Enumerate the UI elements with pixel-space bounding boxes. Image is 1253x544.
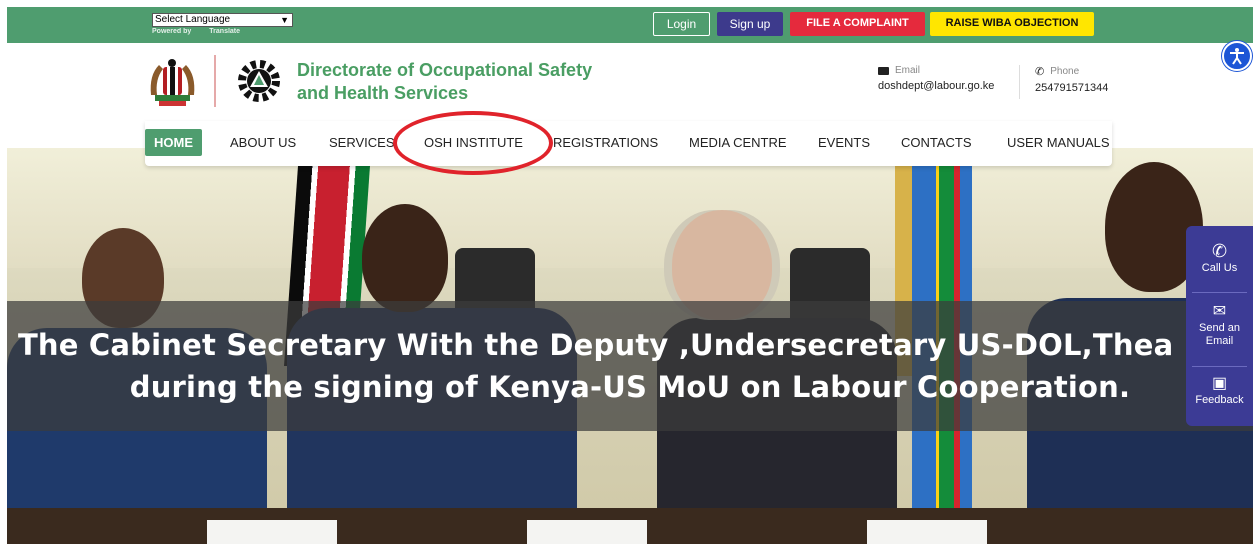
document — [867, 520, 987, 544]
send-email-label-line2: Email — [1205, 335, 1234, 347]
nav-item-events[interactable]: EVENTS — [818, 135, 870, 150]
annotation-circle — [393, 111, 553, 175]
nav-item-services[interactable]: SERVICES — [329, 135, 395, 150]
nav-item-user-manuals[interactable]: USER MANUALS — [1007, 135, 1110, 150]
side-contact-panel: ✆ Call Us ✉ Send an Email ▣ Feedback — [1186, 226, 1253, 426]
header-divider — [214, 55, 216, 107]
envelope-icon: ✉ — [1212, 303, 1227, 320]
hero-background — [7, 148, 1253, 268]
nav-item-registrations[interactable]: REGISTRATIONS — [553, 135, 658, 150]
powered-by-label: Powered by — [152, 28, 192, 35]
phone-label: ✆ Phone — [1035, 65, 1108, 78]
accessibility-button[interactable] — [1222, 41, 1252, 71]
hero-caption-line1: The Cabinet Secretary With the Deputy ,U… — [17, 328, 1243, 362]
main-nav: HOME ABOUT US SERVICES OSH INSTITUTE REG… — [145, 121, 1112, 166]
organization-name[interactable]: Directorate of Occupational Safety and H… — [297, 59, 617, 105]
powered-by: Powered by Translate — [152, 28, 293, 35]
phone-value: 254791571344 — [1035, 82, 1109, 94]
chevron-down-icon: ▼ — [280, 15, 289, 25]
signup-button[interactable]: Sign up — [717, 12, 783, 36]
email-contact[interactable]: Email doshdept@labour.go.ke — [878, 65, 994, 92]
hero-caption-line2: during the signing of Kenya-US MoU on La… — [129, 370, 1131, 404]
email-value: doshdept@labour.go.ke — [878, 80, 995, 92]
feedback-icon: ▣ — [1211, 375, 1228, 392]
translate-link[interactable]: Translate — [209, 28, 240, 35]
side-divider — [1192, 366, 1247, 367]
call-us-button[interactable]: ✆ Call Us — [1186, 240, 1253, 275]
gear-logo[interactable] — [232, 55, 287, 107]
top-bar: Select Language ▼ Powered by Translate Lo… — [7, 7, 1253, 43]
login-button[interactable]: Login — [653, 12, 710, 36]
document — [527, 520, 647, 544]
document — [207, 520, 337, 544]
organization-name-line2: and Health Services — [297, 83, 469, 103]
coat-of-arms-logo[interactable] — [145, 55, 200, 109]
language-select[interactable]: Select Language ▼ — [152, 13, 293, 27]
nav-item-about-us[interactable]: ABOUT US — [230, 135, 296, 150]
envelope-icon — [878, 66, 889, 75]
send-email-label-line1: Send an — [1199, 322, 1240, 334]
feedback-label: Feedback — [1195, 394, 1244, 406]
nav-item-contacts[interactable]: CONTACTS — [901, 135, 972, 150]
email-label-text: Email — [895, 65, 921, 76]
call-us-label: Call Us — [1201, 262, 1238, 274]
file-complaint-button[interactable]: FILE A COMPLAINT — [790, 12, 925, 36]
language-widget: Select Language ▼ Powered by Translate — [152, 13, 293, 35]
phone-label-text: Phone — [1050, 66, 1080, 77]
nav-item-media-centre[interactable]: MEDIA CENTRE — [689, 135, 787, 150]
feedback-button[interactable]: ▣ Feedback — [1186, 374, 1253, 407]
email-label: Email — [878, 65, 994, 76]
nav-item-home[interactable]: HOME — [145, 129, 202, 156]
organization-name-line1: Directorate of Occupational Safety — [297, 60, 593, 80]
call-icon: ✆ — [1211, 241, 1228, 261]
phone-contact[interactable]: ✆ Phone 254791571344 — [1035, 65, 1108, 94]
raise-wiba-objection-button[interactable]: RAISE WIBA OBJECTION — [930, 12, 1094, 36]
phone-icon: ✆ — [1035, 66, 1045, 78]
side-divider — [1192, 292, 1247, 293]
language-select-value: Select Language — [155, 14, 231, 25]
send-email-button[interactable]: ✉ Send an Email — [1186, 302, 1253, 348]
accessibility-icon — [1230, 48, 1244, 65]
hero-caption: The Cabinet Secretary With the Deputy ,U… — [7, 324, 1253, 408]
contact-divider — [1019, 65, 1020, 99]
site-header: Directorate of Occupational Safety and H… — [0, 43, 1253, 121]
hero-banner: The Cabinet Secretary With the Deputy ,U… — [7, 148, 1253, 544]
